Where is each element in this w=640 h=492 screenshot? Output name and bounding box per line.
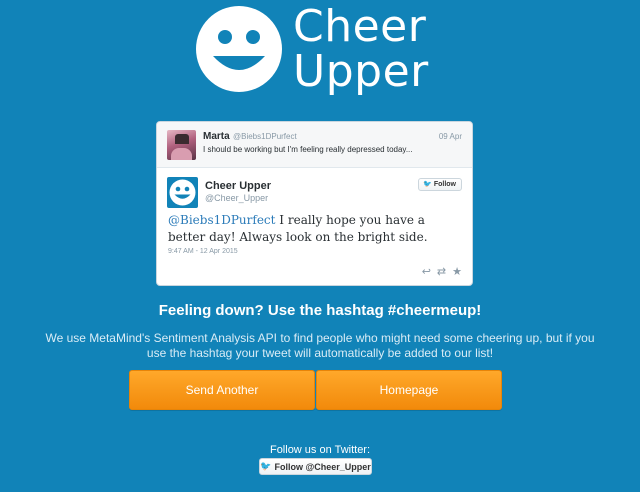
mention-link[interactable]: @Biebs1DPurfect	[168, 213, 275, 227]
follow-us-text: Follow us on Twitter:	[269, 444, 371, 456]
tweet-timestamp[interactable]: 9:47 AM - 12 Apr 2015	[168, 248, 238, 255]
in-reply-to-tweet: Marta @Biebs1DPurfect 09 Apr I should be…	[157, 122, 472, 168]
reply-date[interactable]: 09 Apr	[439, 132, 462, 141]
logo-line-2: Upper	[293, 46, 429, 97]
page-headline: Feeling down? Use the hashtag #cheermeup…	[158, 302, 482, 319]
tweet-text: @Biebs1DPurfect I really hope you have a…	[168, 212, 464, 246]
favorite-icon[interactable]: ★	[452, 267, 462, 278]
reply-author-handle[interactable]: @Biebs1DPurfect	[233, 132, 297, 141]
reply-text: I should be working but I'm feeling real…	[203, 145, 413, 154]
tweet-card: Marta @Biebs1DPurfect 09 Apr I should be…	[156, 121, 473, 286]
logo-line-1: Cheer	[293, 1, 427, 52]
retweet-icon[interactable]: ⇄	[437, 267, 446, 278]
twitter-follow-button[interactable]: 🐦 Follow @Cheer_Upper	[259, 458, 372, 475]
page-description: We use MetaMind's Sentiment Analysis API…	[45, 331, 595, 360]
twitter-bird-icon: 🐦	[423, 181, 432, 188]
twitter-follow-label: Follow @Cheer_Upper	[274, 461, 371, 472]
logo-wordmark: Cheer Upper	[293, 4, 429, 94]
homepage-button[interactable]: Homepage	[316, 370, 502, 410]
follow-button[interactable]: 🐦 Follow	[418, 178, 462, 191]
author-handle[interactable]: @Cheer_Upper	[205, 193, 268, 203]
logo: Cheer Upper	[193, 4, 443, 94]
send-another-button[interactable]: Send Another	[129, 370, 315, 410]
twitter-bird-icon: 🐦	[260, 461, 272, 471]
reply-icon[interactable]: ↩	[422, 267, 431, 278]
smiley-icon	[169, 179, 196, 206]
reply-author-name[interactable]: Marta	[203, 131, 230, 142]
author-name[interactable]: Cheer Upper	[205, 180, 271, 192]
follow-label: Follow	[433, 181, 456, 188]
tweet-actions: ↩ ⇄ ★	[422, 267, 462, 278]
avatar[interactable]	[167, 130, 196, 160]
cheer-upper-avatar[interactable]	[167, 177, 198, 208]
smiley-logo-icon	[196, 6, 282, 92]
